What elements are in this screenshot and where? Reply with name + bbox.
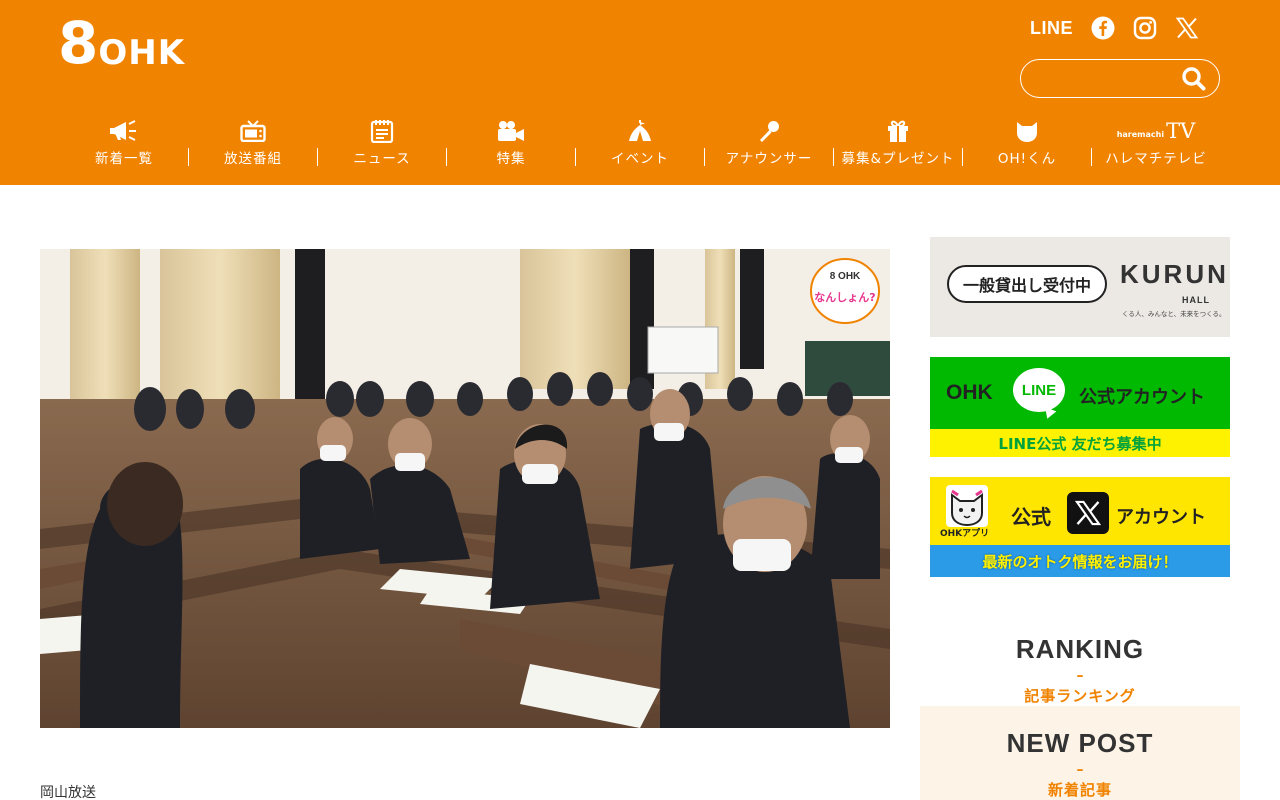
nav-item-haremachi-tv[interactable]: haremachi TV ハレマチテレビ <box>1092 118 1220 170</box>
kurun-hall-banner[interactable]: 一般貸出し受付中 KURUN HALL くる人、みんなと、未来をつくる。 <box>930 237 1230 337</box>
line-bubble-icon: LINE <box>1013 368 1065 412</box>
haremachi-logo-big: TV <box>1166 119 1196 143</box>
x-account-banner[interactable]: OHKアプリ 公式 アカウント 最新のオトク情報をお届け！ <box>930 477 1230 577</box>
line-banner-strip: LINE公式 友だち募集中 <box>930 429 1230 457</box>
nav-item-news[interactable]: ニュース <box>318 118 446 170</box>
search-input[interactable] <box>1021 60 1181 96</box>
ranking-dash: – <box>1076 668 1084 684</box>
watermark-bottom: なんしょん? <box>814 291 875 304</box>
nav-item-announcers[interactable]: アナウンサー <box>705 118 833 170</box>
nav-label: イベント <box>611 151 669 167</box>
kurun-tagline: くる人、みんなと、未来をつくる。 <box>1122 310 1226 318</box>
new-post-subtitle: 新着記事 <box>1047 781 1112 799</box>
nav-item-present[interactable]: 募集&プレゼント <box>834 118 962 170</box>
tv-icon <box>240 118 266 144</box>
notepad-icon <box>370 118 394 144</box>
site-header: 8 OHK LINE 新着一覧 放送番組 ニュース 特集 イベント アナウンサー… <box>0 0 1280 185</box>
ranking-subtitle: 記事ランキング <box>1024 687 1136 705</box>
ohk-logo[interactable]: 8 OHK <box>58 14 185 72</box>
rental-pill: 一般貸出し受付中 <box>947 265 1107 303</box>
nav-item-events[interactable]: イベント <box>576 118 704 170</box>
main-nav: 新着一覧 放送番組 ニュース 特集 イベント アナウンサー 募集&プレゼント O… <box>60 118 1220 170</box>
mascot-icon <box>1014 118 1040 144</box>
kurun-hall-label: HALL <box>1182 295 1210 305</box>
microphone-icon <box>757 118 781 144</box>
haremachi-tv-logo: haremachi TV <box>1117 118 1196 144</box>
x-logo-icon <box>1067 492 1109 534</box>
x-banner-official: 公式 <box>1011 505 1051 529</box>
line-link[interactable]: LINE <box>1030 18 1073 39</box>
tent-icon <box>627 118 653 144</box>
nav-item-features[interactable]: 特集 <box>447 118 575 170</box>
x-banner-account: アカウント <box>1116 507 1206 528</box>
nav-label: ニュース <box>353 151 411 167</box>
logo-number: 8 <box>58 9 98 77</box>
ohk-app-label: OHKアプリ <box>940 529 990 539</box>
line-account-banner[interactable]: OHK LINE 公式アカウント LINE公式 友だち募集中 <box>930 357 1230 457</box>
article-hero-image: 8 OHK なんしょん? <box>40 249 890 728</box>
nav-item-news-list[interactable]: 新着一覧 <box>60 118 188 170</box>
x-icon[interactable] <box>1175 16 1199 40</box>
nav-label: 新着一覧 <box>95 151 153 167</box>
instagram-icon[interactable] <box>1133 16 1157 40</box>
nav-label: 放送番組 <box>224 151 282 167</box>
nav-label: アナウンサー <box>725 151 813 167</box>
nav-label: ハレマチテレビ <box>1105 151 1207 167</box>
kurun-brand: KURUN <box>1120 259 1229 289</box>
new-post-dash: – <box>1076 762 1084 778</box>
program-watermark: 8 OHK なんしょん? <box>810 258 880 324</box>
search-box <box>1020 59 1220 98</box>
social-links: LINE <box>1030 16 1199 40</box>
nav-item-programs[interactable]: 放送番組 <box>189 118 317 170</box>
ranking-section: RANKING – 記事ランキング <box>920 620 1240 706</box>
facebook-icon[interactable] <box>1091 16 1115 40</box>
line-bubble-text: LINE <box>1021 381 1057 399</box>
article-source: 岡山放送 <box>40 785 96 800</box>
nav-label: 募集&プレゼント <box>841 151 955 167</box>
search-icon[interactable] <box>1181 66 1207 96</box>
line-banner-account: 公式アカウント <box>1079 387 1205 408</box>
cat-mascot-icon <box>946 485 988 527</box>
new-post-title: NEW POST <box>1006 728 1154 758</box>
watermark-top: 8 OHK <box>830 271 861 282</box>
new-post-section: NEW POST – 新着記事 <box>920 706 1240 800</box>
nav-item-oh-kun[interactable]: OH!くん <box>963 118 1091 170</box>
line-banner-ohk: OHK <box>946 381 993 404</box>
nav-label: OH!くん <box>997 151 1057 167</box>
logo-text: OHK <box>98 33 186 73</box>
nav-label: 特集 <box>496 151 526 167</box>
haremachi-logo-small: haremachi <box>1116 129 1165 139</box>
meeting-room-photo: 8 OHK なんしょん? <box>40 249 890 728</box>
gift-icon <box>887 118 909 144</box>
megaphone-icon <box>109 118 139 144</box>
video-camera-icon <box>497 118 525 144</box>
x-banner-strip: 最新のオトク情報をお届け！ <box>930 545 1230 577</box>
ranking-title: RANKING <box>1015 634 1145 664</box>
